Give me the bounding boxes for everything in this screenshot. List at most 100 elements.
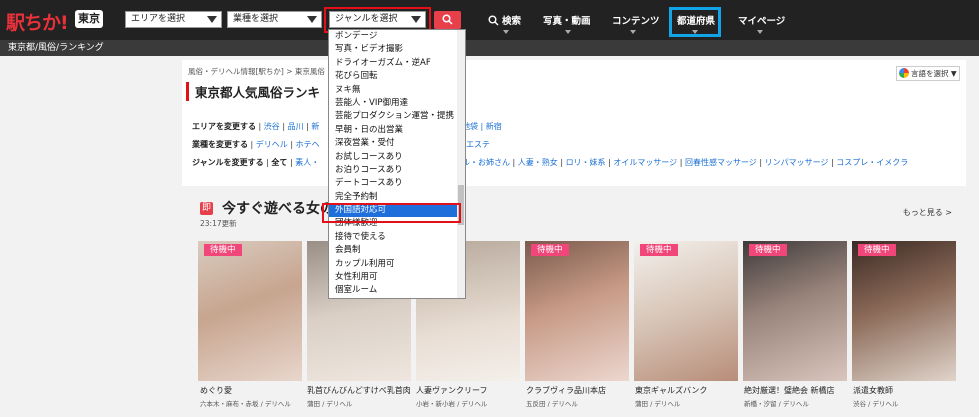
genre-link[interactable]: 人妻・熟女 [518,158,558,167]
industry-filter-row: 業種を変更する | デリヘル | ホテヘ エステ [192,136,962,154]
girl-card[interactable]: 待機中 [634,241,738,381]
girl-card[interactable]: 待機中 [743,241,847,381]
breadcrumb: 東京都/風俗/ランキング [0,40,979,56]
search-button[interactable] [434,11,461,29]
dropdown-option[interactable]: お試しコースあり [329,151,465,164]
region-badge[interactable]: 東京 [75,10,103,28]
page-title: 東京都人気風俗ランキ [186,82,320,101]
chevron-down-icon [207,16,217,23]
card-sub: 蒲田 / デリヘル [635,400,681,408]
dropdown-option[interactable]: 芸能プロダクション運営・提携 [329,110,465,123]
translate-label: 言語を選択 ▼ [911,69,957,78]
girl-card[interactable]: 待機中 [852,241,956,381]
dropdown-option[interactable]: ヌキ無 [329,84,465,97]
card-name[interactable]: 絶対厳選！璧絶会 新橋店 [744,385,835,396]
status-badge: 待機中 [204,244,242,256]
girl-card[interactable]: 待機中 [198,241,302,381]
card-sub: 蒲田 / デリヘル [307,400,353,408]
nav-search-label: 検索 [502,16,522,27]
dropdown-option[interactable]: 写真・ビデオ撮影 [329,43,465,56]
caret-down-icon [503,30,509,34]
area-select-label: エリアを選択 [131,14,186,24]
dropdown-option[interactable]: ドライオーガズム・逆AF [329,57,465,70]
dropdown-option[interactable]: ボンデージ [329,30,465,43]
ranking-panel: 風俗・デリヘル情報[駅ちか] > 東京風俗 東京都人気風俗ランキ 言語を選択 ▼… [182,60,966,186]
industry-link[interactable]: エステ [466,136,490,154]
card-name[interactable]: 乳首びんびんどすけべ乳首肉... [307,385,411,396]
card-sub: 新橋・汐留 / デリヘル [744,400,809,408]
chevron-down-icon [307,16,317,23]
dropdown-option[interactable]: 接待で使える [329,231,465,244]
area-filter-row: エリアを変更する | 渋谷 | 品川 | 新 池袋 | 新宿 [192,118,962,136]
card-name[interactable]: 派遣女教師 [853,385,893,396]
instant-icon: 即 [200,202,213,215]
updated-time: 23:17更新 [200,219,237,228]
caret-down-icon [630,30,636,34]
dropdown-scrollbar[interactable] [457,30,465,298]
search-icon [488,15,499,26]
prefectures-highlight [669,7,721,37]
card-sub: 小岩・新小岩 / デリヘル [416,400,488,408]
site-logo[interactable]: 駅ちか! [6,8,69,35]
girl-card[interactable]: 待機中 [525,241,629,381]
search-icon [442,14,453,25]
industry-select[interactable]: 業種を選択 [227,11,322,28]
card-name[interactable]: 人妻ヴァンクリーフ [416,385,488,396]
dropdown-option[interactable]: 会員制 [329,244,465,257]
area-link[interactable]: 池袋 | 新宿 [462,118,502,136]
dropdown-option[interactable]: 女性利用可 [329,271,465,284]
dropdown-option[interactable]: 深夜営業・受付 [329,137,465,150]
status-badge: 待機中 [531,244,569,256]
card-name[interactable]: クラブヴィラ品川本店 [526,385,606,396]
status-badge: 待機中 [858,244,896,256]
area-link[interactable]: 渋谷 [264,122,280,131]
caret-down-icon [565,30,571,34]
genre-link[interactable]: 回春性感マッサージ [685,158,757,167]
section-title: 今すぐ遊べる女の [222,201,334,217]
area-link[interactable]: 新 [311,122,319,131]
dropdown-option[interactable]: 芸能人・VIP御用達 [329,97,465,110]
genre-link[interactable]: ル・お姉さん [462,158,510,167]
nav-search[interactable]: 検索 [488,13,521,27]
genre-link[interactable]: コスプレ・イメクラ [836,158,908,167]
status-badge: 待機中 [749,244,787,256]
google-icon [899,68,909,78]
industry-filter-label: 業種を変更する [192,140,248,149]
nav-contents[interactable]: コンテンツ [612,13,660,27]
industry-link[interactable]: ホテヘ [296,140,320,149]
top-bar: 駅ちか! 東京 エリアを選択 業種を選択 ジャンルを選択 検索 写真・動画 コン… [0,0,979,40]
nav-mypage[interactable]: マイページ [738,13,785,27]
dropdown-option[interactable]: お泊りコースあり [329,164,465,177]
dropdown-option[interactable]: 早朝・日の出営業 [329,124,465,137]
genre-link[interactable]: 素人・ [295,158,319,167]
genre-link[interactable]: リンパマッサージ [765,158,829,167]
page-breadcrumb[interactable]: 風俗・デリヘル情報[駅ちか] > 東京風俗 [188,66,325,77]
card-name[interactable]: めぐり愛 [200,385,232,396]
card-sub: 六本木・麻布・赤坂 / デリヘル [200,400,291,408]
genre-filter-label: ジャンルを変更する [192,158,264,167]
card-sub: 渋谷 / デリヘル [853,400,899,408]
card-sub: 五反田 / デリヘル [526,400,578,408]
dropdown-option[interactable]: デートコースあり [329,177,465,190]
filter-block: エリアを変更する | 渋谷 | 品川 | 新 池袋 | 新宿 業種を変更する |… [192,118,962,172]
caret-down-icon [757,30,763,34]
industry-link[interactable]: デリヘル [256,140,288,149]
more-link[interactable]: もっと見る > [903,207,952,218]
translate-select[interactable]: 言語を選択 ▼ [896,66,960,81]
area-filter-label: エリアを変更する [192,122,256,131]
nav-photo-video[interactable]: 写真・動画 [543,13,591,27]
dropdown-option[interactable]: カップル利用可 [329,258,465,271]
area-select[interactable]: エリアを選択 [125,11,222,28]
genre-dropdown-list[interactable]: ボンデージ 写真・ビデオ撮影 ドライオーガズム・逆AF 花びら回転 ヌキ無 芸能人・VIP… [328,29,466,299]
industry-select-label: 業種を選択 [233,14,279,24]
dropdown-option[interactable]: 個室ルーム [329,284,465,297]
dropdown-option[interactable]: 花びら回転 [329,70,465,83]
status-badge: 待機中 [640,244,678,256]
genre-filter-row: ジャンルを変更する | 全て | 素人・ ル・お姉さん | 人妻・熟女 | ロリ… [192,158,909,167]
card-name[interactable]: 東京ギャルズバンク [635,385,707,396]
selected-option-highlight [322,203,461,223]
genre-link[interactable]: オイルマッサージ [613,158,677,167]
area-link[interactable]: 品川 [288,122,304,131]
genre-all[interactable]: 全て [271,158,287,167]
genre-link[interactable]: ロリ・妹系 [566,158,606,167]
